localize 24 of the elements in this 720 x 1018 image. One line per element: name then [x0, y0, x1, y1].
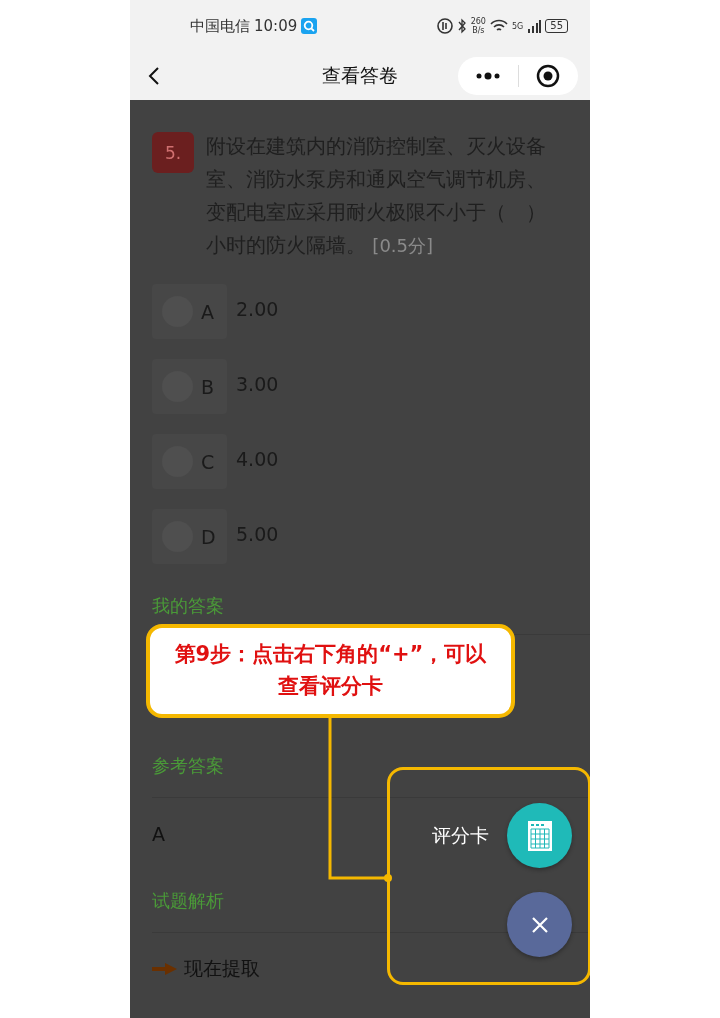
- target-icon: [536, 64, 561, 88]
- network-type: 5G: [511, 21, 524, 31]
- wifi-icon: [489, 19, 508, 33]
- signal-icon: [527, 19, 542, 33]
- battery-level: 55: [545, 19, 568, 33]
- instruction-callout: 第9步：点击右下角的“+”，可以查看评分卡: [146, 624, 515, 718]
- close-icon: [530, 915, 549, 934]
- bluetooth-icon: [456, 18, 467, 34]
- back-icon: [148, 66, 160, 86]
- arrow-icon: [152, 962, 178, 976]
- fab-label: 评分卡: [432, 822, 489, 848]
- section-heading: 参考答案: [152, 735, 590, 798]
- speed-unit: B/s: [472, 26, 485, 35]
- clock-time: 10:09: [254, 17, 298, 35]
- score-card-button[interactable]: [507, 803, 572, 868]
- page-title: 查看答卷: [321, 63, 399, 88]
- question-number: 5.: [152, 132, 194, 173]
- carrier-name: 中国电信: [190, 16, 250, 36]
- speed-value: 260: [470, 17, 486, 26]
- search-icon: [301, 18, 318, 34]
- more-icon: [474, 72, 501, 80]
- close-button[interactable]: [507, 892, 572, 957]
- grid-icon: [526, 819, 553, 852]
- question-score: [0.5分]: [372, 235, 434, 256]
